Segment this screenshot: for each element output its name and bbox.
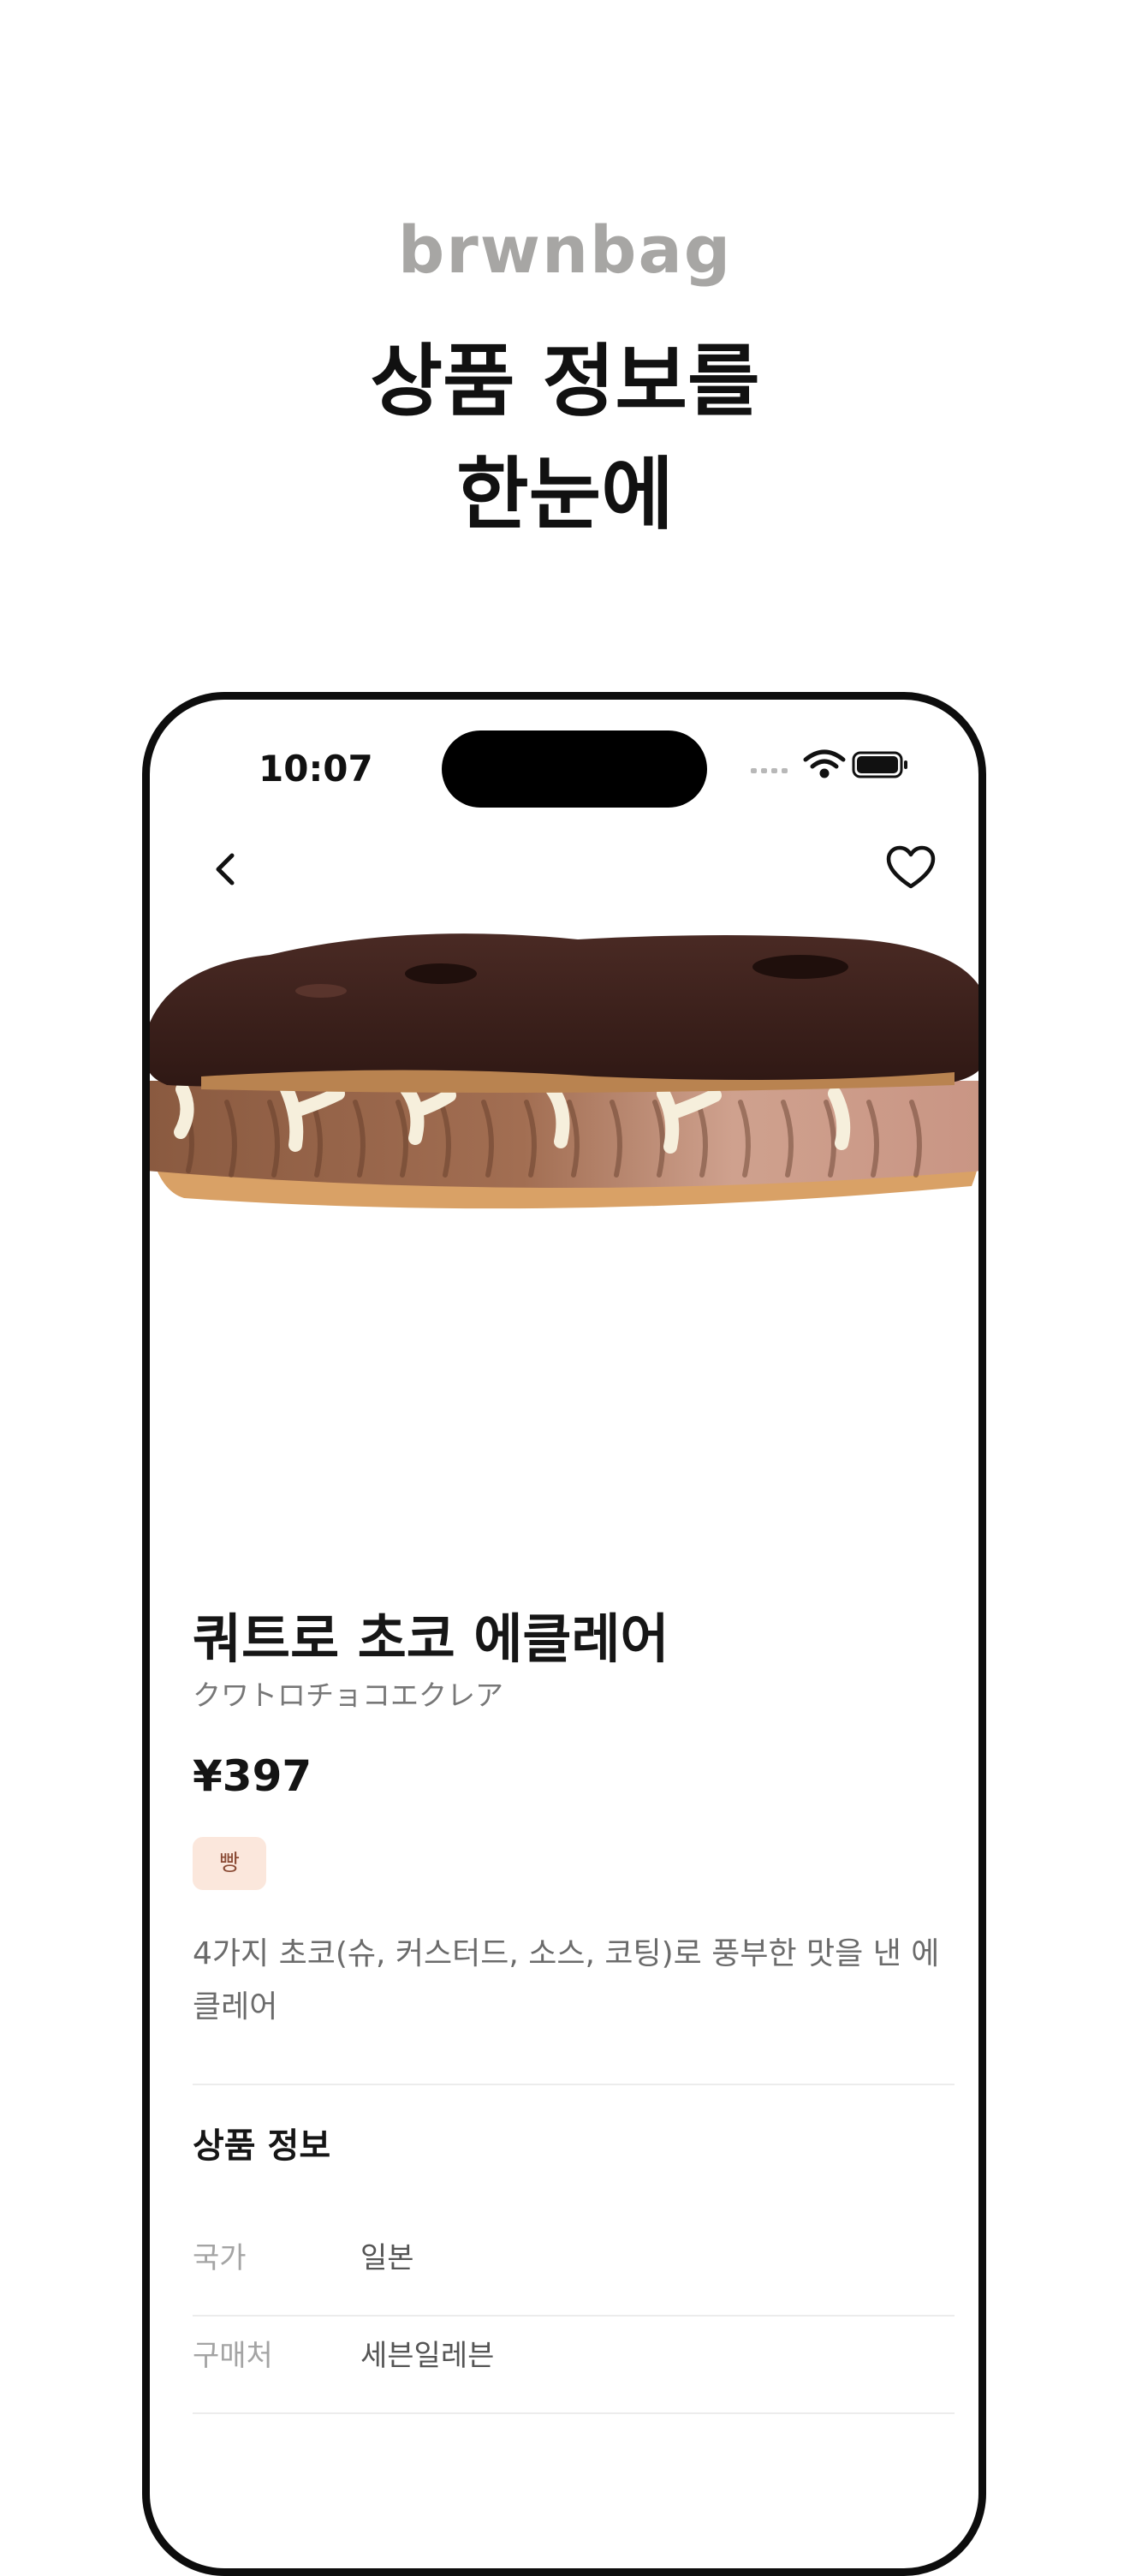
headline-line-2: 한눈에 <box>456 449 674 540</box>
back-button[interactable] <box>201 844 253 895</box>
product-image <box>150 933 978 1209</box>
info-section-title: 상품 정보 <box>193 2126 331 2166</box>
wifi-icon <box>803 749 846 778</box>
status-icons <box>751 749 907 778</box>
headline-line-1: 상품 정보를 <box>370 336 760 427</box>
battery-icon <box>852 751 907 778</box>
product-price: ¥397 <box>193 1751 312 1801</box>
heart-icon <box>886 845 936 889</box>
section-divider <box>193 2084 955 2085</box>
info-label: 국가 <box>193 2241 247 2275</box>
category-tag: 빵 <box>193 1837 266 1890</box>
info-value: 일본 <box>360 2241 414 2275</box>
row-divider <box>193 2315 955 2317</box>
info-row-store: 구매처 세븐일레븐 <box>193 2332 955 2400</box>
info-row-country: 국가 일본 <box>193 2234 955 2303</box>
brand-logo: brwnbag <box>397 212 733 288</box>
info-label: 구매처 <box>193 2339 273 2373</box>
product-subtitle: クワトロチョコエクレア <box>193 1679 503 1712</box>
product-name: 쿼트로 초코 에클레어 <box>193 1607 669 1670</box>
product-description: 4가지 초코(슈, 커스터드, 소스, 코팅)로 풍부한 맛을 낸 에클레어 <box>193 1936 940 2024</box>
favorite-button[interactable] <box>884 844 937 895</box>
dynamic-island <box>442 730 707 808</box>
status-time: 10:07 <box>259 748 373 790</box>
phone-frame: 10:07 쿼트로 초코 에클레어 クワトロチョコエクレア ¥397 빵 4가지… <box>142 692 986 2576</box>
headline: 상품 정보를 한눈에 <box>0 325 1130 552</box>
row-divider <box>193 2412 955 2414</box>
info-value: 세븐일레븐 <box>360 2339 495 2373</box>
cellular-signal-icon <box>751 768 788 773</box>
chevron-left-icon <box>216 853 235 886</box>
